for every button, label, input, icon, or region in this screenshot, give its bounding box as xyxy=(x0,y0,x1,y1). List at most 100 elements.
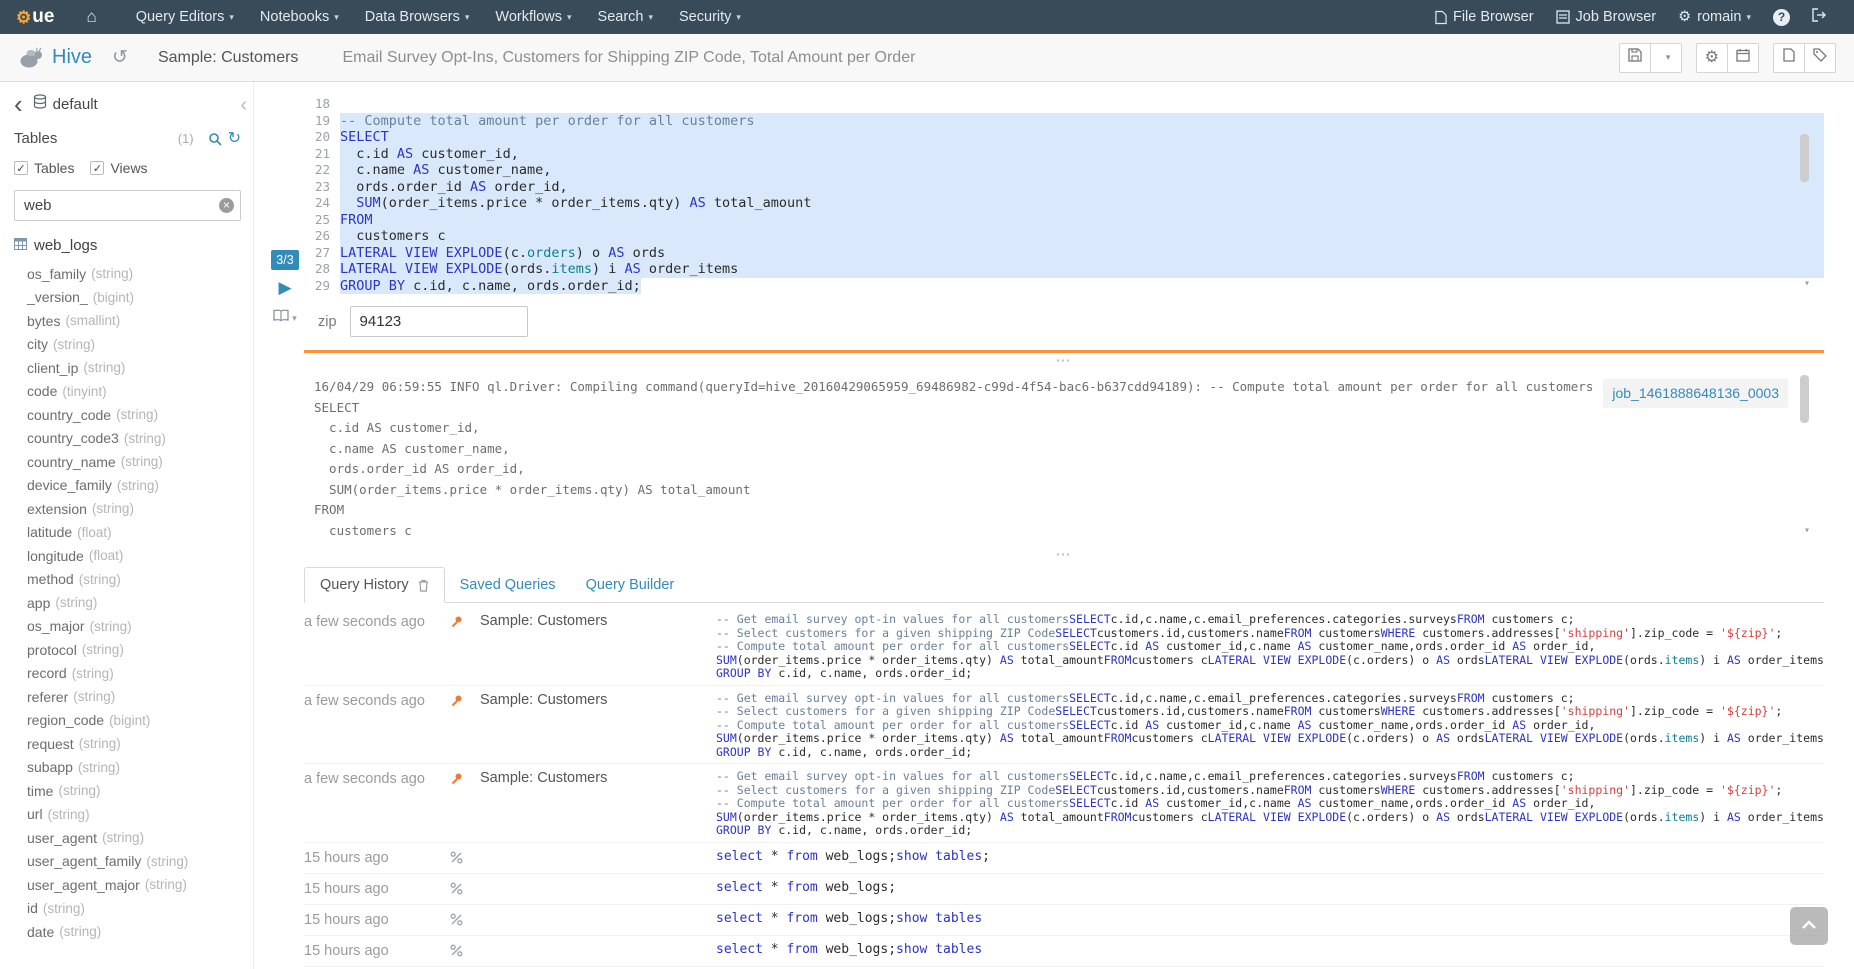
column-item[interactable]: time(string) xyxy=(27,779,241,803)
scrollbar-down-icon[interactable]: ▾ xyxy=(1804,521,1810,542)
column-item[interactable]: user_agent_major(string) xyxy=(27,873,241,897)
code-line[interactable]: 29GROUP BY c.id, c.name, ords.order_id; xyxy=(304,278,1824,295)
column-item[interactable]: code(tinyint) xyxy=(27,380,241,404)
user-menu[interactable]: ⚙ romain ▾ xyxy=(1667,9,1762,25)
column-item[interactable]: subapp(string) xyxy=(27,756,241,780)
clear-history-icon[interactable] xyxy=(418,579,429,592)
column-item[interactable]: longitude(float) xyxy=(27,544,241,568)
log-scrollbar[interactable]: ▾ xyxy=(1800,375,1809,529)
refresh-icon[interactable]: ↻ xyxy=(228,131,241,147)
column-name: city xyxy=(27,336,48,352)
nav-menu-security[interactable]: Security▾ xyxy=(666,0,754,34)
column-item[interactable]: country_code3(string) xyxy=(27,427,241,451)
history-row[interactable]: 15 hours agoselect * from web_logs;show … xyxy=(304,936,1824,967)
resize-handle[interactable]: ⋯ xyxy=(304,355,1824,367)
app-name-link[interactable]: Hive xyxy=(52,46,92,69)
scrollbar-thumb[interactable] xyxy=(1800,134,1809,182)
table-filter-input[interactable] xyxy=(14,190,241,221)
code-line[interactable]: 25FROM xyxy=(304,212,1824,229)
variable-input[interactable] xyxy=(350,306,528,337)
schedule-button[interactable] xyxy=(1727,43,1759,73)
history-row[interactable]: 15 hours agoselect * from web_logs;show … xyxy=(304,843,1824,874)
column-item[interactable]: app(string) xyxy=(27,591,241,615)
save-button[interactable] xyxy=(1619,43,1651,73)
code-line[interactable]: 19-- Compute total amount per order for … xyxy=(304,113,1824,130)
column-item[interactable]: user_agent_family(string) xyxy=(27,850,241,874)
column-item[interactable]: protocol(string) xyxy=(27,638,241,662)
history-row[interactable]: 15 hours agoselect * from web_logs;show … xyxy=(304,905,1824,936)
save-dropdown-button[interactable]: ▾ xyxy=(1650,43,1682,73)
document-button[interactable] xyxy=(1773,43,1805,73)
resize-handle[interactable]: ⋯ xyxy=(304,549,1824,561)
column-item[interactable]: country_name(string) xyxy=(27,450,241,474)
tab-query-history[interactable]: Query History xyxy=(304,567,445,603)
tab-query-builder[interactable]: Query Builder xyxy=(571,568,690,602)
column-item[interactable]: bytes(smallint) xyxy=(27,309,241,333)
column-item[interactable]: record(string) xyxy=(27,662,241,686)
table-item[interactable]: web_logs xyxy=(14,237,241,254)
variables-button[interactable]: ▾ xyxy=(273,309,297,327)
tables-checkbox[interactable]: ✓ xyxy=(14,161,28,175)
column-item[interactable]: date(string) xyxy=(27,920,241,944)
nav-menu-data-browsers[interactable]: Data Browsers▾ xyxy=(352,0,483,34)
chevron-down-icon: ▾ xyxy=(334,12,339,23)
tags-button[interactable] xyxy=(1804,43,1836,73)
column-item[interactable]: os_major(string) xyxy=(27,615,241,639)
scrollbar-thumb[interactable] xyxy=(1800,375,1809,423)
column-item[interactable]: user_agent(string) xyxy=(27,826,241,850)
collapse-sidebar-icon[interactable]: ‹ xyxy=(240,96,247,114)
code-line[interactable]: 18 xyxy=(304,96,1824,113)
column-item[interactable]: extension(string) xyxy=(27,497,241,521)
column-item[interactable]: request(string) xyxy=(27,732,241,756)
database-name[interactable]: default xyxy=(53,96,98,113)
hue-logo[interactable]: ⚙ue xyxy=(0,0,68,34)
code-line[interactable]: 22 c.name AS customer_name, xyxy=(304,162,1824,179)
column-item[interactable]: id(string) xyxy=(27,897,241,921)
code-line[interactable]: 24 SUM(order_items.price * order_items.q… xyxy=(304,195,1824,212)
column-item[interactable]: city(string) xyxy=(27,333,241,357)
scrollbar-down-icon[interactable]: ▾ xyxy=(1804,276,1810,293)
back-arrow-icon[interactable]: ‹ xyxy=(14,95,23,113)
history-row[interactable]: a few seconds agoSample: Customers-- Get… xyxy=(304,764,1824,843)
editor-scrollbar[interactable]: ▾ xyxy=(1800,100,1809,280)
column-item[interactable]: client_ip(string) xyxy=(27,356,241,380)
column-item[interactable]: _version_(bigint) xyxy=(27,286,241,310)
code-editor[interactable]: 1819-- Compute total amount per order fo… xyxy=(304,96,1824,294)
code-line[interactable]: 28LATERAL VIEW EXPLODE(ords.items) i AS … xyxy=(304,261,1824,278)
execute-button[interactable]: ▶ xyxy=(278,279,291,296)
nav-menu-query-editors[interactable]: Query Editors▾ xyxy=(123,0,247,34)
home-button[interactable]: ⌂ xyxy=(68,0,114,34)
history-row[interactable]: 15 hours agoselect * from web_logs; xyxy=(304,874,1824,905)
history-row[interactable]: a few seconds agoSample: Customers-- Get… xyxy=(304,686,1824,765)
column-item[interactable]: device_family(string) xyxy=(27,474,241,498)
column-item[interactable]: country_code(string) xyxy=(27,403,241,427)
views-checkbox[interactable]: ✓ xyxy=(90,161,104,175)
code-line[interactable]: 26 customers c xyxy=(304,228,1824,245)
help-button[interactable]: ? xyxy=(1762,9,1801,26)
nav-menu-search[interactable]: Search▾ xyxy=(585,0,666,34)
job-link[interactable]: job_1461888648136_0003 xyxy=(1603,379,1788,408)
clear-filter-icon[interactable]: × xyxy=(219,198,234,213)
job-browser-button[interactable]: Job Browser xyxy=(1545,9,1668,25)
nav-menu-notebooks[interactable]: Notebooks▾ xyxy=(247,0,352,34)
column-item[interactable]: latitude(float) xyxy=(27,521,241,545)
code-line[interactable]: 21 c.id AS customer_id, xyxy=(304,146,1824,163)
code-line[interactable]: 23 ords.order_id AS order_id, xyxy=(304,179,1824,196)
code-line[interactable]: 20SELECT xyxy=(304,129,1824,146)
history-row[interactable]: a few seconds agoSample: Customers-- Get… xyxy=(304,607,1824,686)
column-item[interactable]: url(string) xyxy=(27,803,241,827)
file-browser-button[interactable]: File Browser xyxy=(1424,9,1545,25)
code-line[interactable]: 27LATERAL VIEW EXPLODE(c.orders) o AS or… xyxy=(304,245,1824,262)
nav-menu-workflows[interactable]: Workflows▾ xyxy=(482,0,584,34)
query-history-icon[interactable]: ↺ xyxy=(112,46,128,69)
search-icon[interactable] xyxy=(208,132,222,146)
query-title[interactable]: Sample: Customers xyxy=(158,49,299,67)
settings-button[interactable]: ⚙ xyxy=(1696,43,1728,73)
scroll-to-top-button[interactable] xyxy=(1790,907,1828,945)
logout-button[interactable] xyxy=(1801,8,1838,26)
column-item[interactable]: method(string) xyxy=(27,568,241,592)
column-item[interactable]: referer(string) xyxy=(27,685,241,709)
column-item[interactable]: os_family(string) xyxy=(27,262,241,286)
tab-saved-queries[interactable]: Saved Queries xyxy=(445,568,571,602)
column-item[interactable]: region_code(bigint) xyxy=(27,709,241,733)
